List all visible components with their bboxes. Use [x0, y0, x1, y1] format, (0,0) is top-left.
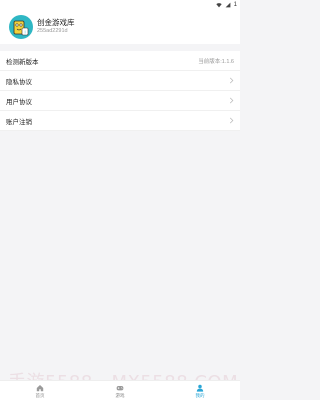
tab-home[interactable]: 首页	[0, 381, 80, 400]
chevron-right-icon	[229, 77, 234, 84]
tab-mine[interactable]: 我的	[160, 381, 240, 400]
profile-name: 创金游戏库	[37, 18, 75, 27]
privacy-policy-row[interactable]: 隐私协议	[0, 71, 240, 91]
status-bar-text: 1	[233, 1, 237, 8]
delete-account-label: 账户注销	[6, 118, 32, 126]
svg-text:i: i	[24, 29, 25, 34]
gamepad-icon	[116, 385, 124, 390]
user-agreement-label: 用户协议	[6, 98, 32, 106]
chevron-right-icon	[229, 117, 234, 124]
chevron-right-icon	[229, 97, 234, 104]
privacy-policy-label: 隐私协议	[6, 78, 32, 86]
settings-list: 检测新版本 当前版本:1.1.6 隐私协议 用户协议 账户注销	[0, 51, 240, 131]
tab-mine-label: 我的	[195, 392, 205, 398]
delete-account-row[interactable]: 账户注销	[0, 111, 240, 131]
tab-games-label: 游戏	[115, 392, 125, 398]
mascot-avatar-icon[interactable]: i	[9, 14, 33, 39]
tab-home-label: 首页	[35, 392, 45, 398]
status-bar: 1	[0, 0, 240, 9]
check-update-label: 检测新版本	[6, 58, 39, 66]
home-icon	[36, 384, 44, 391]
wifi-icon	[215, 2, 222, 7]
current-version-text: 当前版本:1.1.6	[198, 58, 234, 65]
tab-games[interactable]: 游戏	[80, 381, 160, 400]
profile-id: 255ad2291d	[37, 28, 68, 34]
profile-header[interactable]: i 创金游戏库 255ad2291d	[0, 9, 240, 44]
bottom-tab-bar: 首页 游戏 我的	[0, 380, 240, 400]
check-update-row[interactable]: 检测新版本 当前版本:1.1.6	[0, 51, 240, 71]
user-agreement-row[interactable]: 用户协议	[0, 91, 240, 111]
signal-icon	[225, 2, 231, 7]
user-icon	[196, 384, 204, 392]
